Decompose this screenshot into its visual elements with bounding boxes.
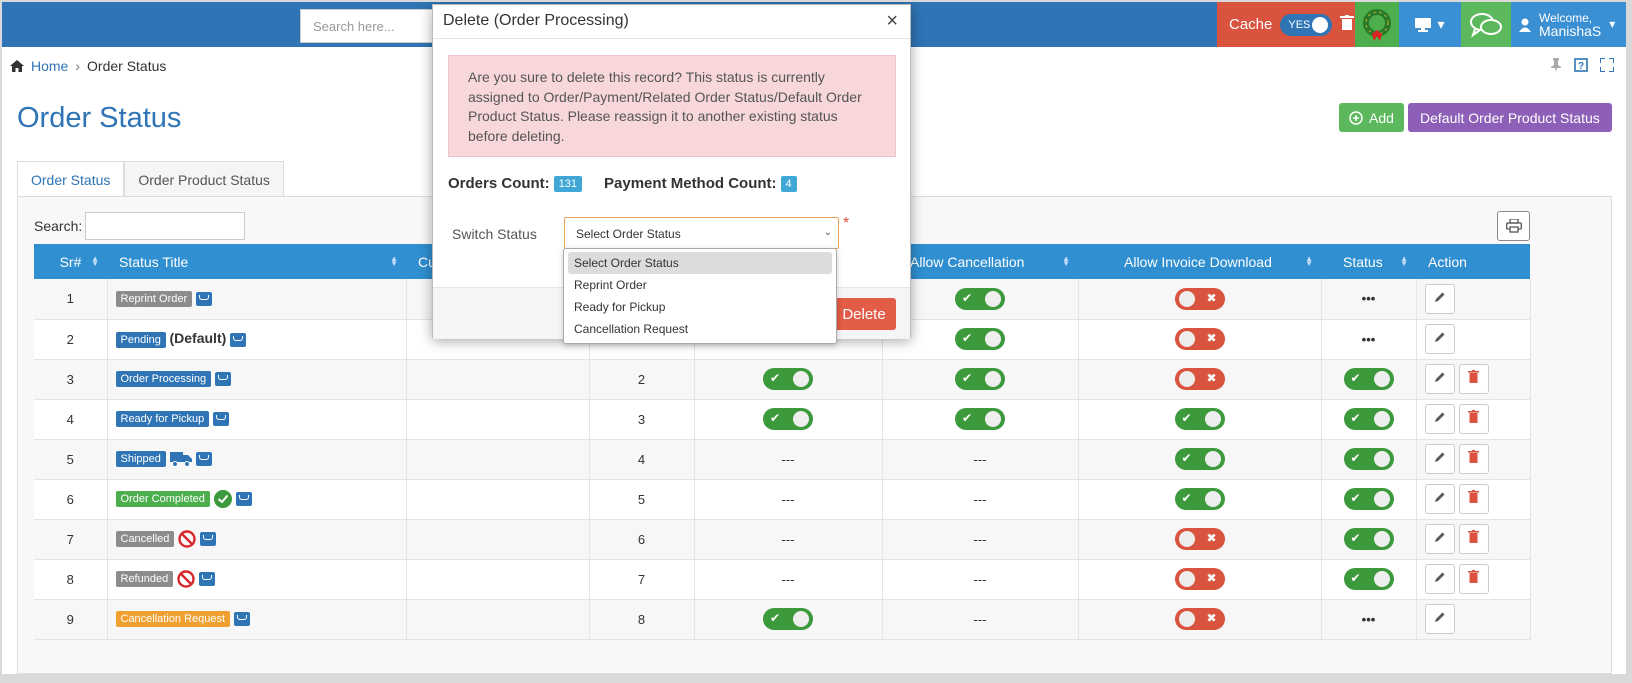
modal-title: Delete (Order Processing) xyxy=(443,12,629,29)
status-option[interactable]: Reprint Order xyxy=(568,274,832,296)
chevron-down-icon: ⌄ xyxy=(823,227,832,238)
select-value: Select Order Status xyxy=(576,227,681,241)
switch-status-select[interactable]: Select Order Status ⌄ xyxy=(564,217,839,249)
orders-count-badge: 131 xyxy=(553,175,583,192)
delete-button[interactable]: Delete xyxy=(832,298,896,330)
switch-status-label: Switch Status xyxy=(452,226,537,242)
payment-count-label: Payment Method Count: xyxy=(604,175,777,192)
orders-count-label: Orders Count: xyxy=(448,175,550,192)
warning-alert: Are you sure to delete this record? This… xyxy=(448,55,896,157)
close-icon[interactable]: × xyxy=(886,10,898,33)
status-option[interactable]: Cancellation Request xyxy=(568,318,832,340)
status-options-list: Select Order Status Reprint Order Ready … xyxy=(563,248,837,344)
counts-row: Orders Count: 131 Payment Method Count: … xyxy=(448,175,815,192)
modal-header: Delete (Order Processing) × xyxy=(433,5,910,39)
status-option[interactable]: Ready for Pickup xyxy=(568,296,832,318)
required-marker: * xyxy=(843,215,850,232)
status-option[interactable]: Select Order Status xyxy=(568,252,832,274)
payment-count-badge: 4 xyxy=(780,175,797,192)
